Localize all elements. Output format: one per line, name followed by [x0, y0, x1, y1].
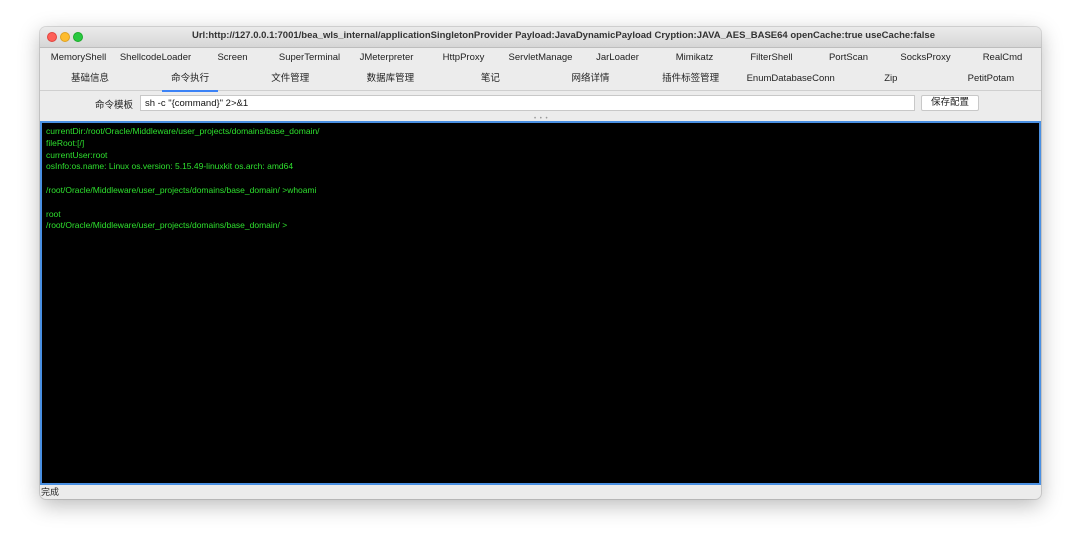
status-bar-text: 完成 — [41, 487, 60, 497]
plugin-tab-superterminal[interactable]: SuperTerminal — [271, 48, 348, 68]
main-tab-bar: 基础信息 命令执行 文件管理 数据库管理 笔记 网络详情 插件标签管理 EnumDatabas… — [40, 68, 1041, 92]
save-config-button[interactable]: 保存配置 — [921, 95, 979, 111]
main-tab-2[interactable]: 命令执行 — [140, 69, 240, 92]
plugin-tab-bar: MemoryShell ShellcodeLoader Screen SuperTer… — [40, 48, 1041, 68]
main-tab-5[interactable]: 笔记 — [440, 69, 540, 89]
plugin-tab-screen[interactable]: Screen — [194, 48, 271, 68]
plugin-tab-realcmd[interactable]: RealCmd — [964, 48, 1041, 68]
main-tab-10[interactable]: PetitPotam — [941, 69, 1041, 89]
maximize-window-button[interactable] — [73, 32, 83, 42]
plugin-tab-portscan[interactable]: PortScan — [810, 48, 887, 68]
plugin-tab-mimikatz[interactable]: Mimikatz — [656, 48, 733, 68]
plugin-tab-memoryshell[interactable]: MemoryShell — [40, 48, 117, 68]
plugin-tab-servletmanage[interactable]: ServletManage — [502, 48, 579, 68]
plugin-tab-jmeterpreter[interactable]: JMeterpreter — [348, 48, 425, 68]
terminal-line: /root/Oracle/Middleware/user_projects/do… — [46, 184, 317, 195]
terminal-line: /root/Oracle/Middleware/user_projects/do… — [46, 220, 288, 231]
plugin-tab-socksproxy[interactable]: SocksProxy — [887, 48, 964, 68]
command-template-bar: 命令模板 sh -c "{command}" 2>&1 保存配置 — [40, 91, 1041, 115]
main-tab-1[interactable]: 基础信息 — [40, 69, 140, 89]
main-tab-8[interactable]: EnumDatabaseConn — [741, 69, 841, 89]
main-tab-4[interactable]: 数据库管理 — [340, 69, 440, 89]
command-template-label: 命令模板 — [95, 100, 134, 111]
main-tab-6[interactable]: 网络详情 — [540, 69, 640, 89]
command-template-input[interactable]: sh -c "{command}" 2>&1 — [140, 95, 915, 111]
terminal-line: osInfo:os.name: Linux os.version: 5.15.4… — [46, 161, 294, 172]
plugin-tab-jarloader[interactable]: JarLoader — [579, 48, 656, 68]
terminal-line: fileRoot:[/] — [46, 137, 85, 148]
plugin-tab-filtershell[interactable]: FilterShell — [733, 48, 810, 68]
main-tab-9[interactable]: Zip — [841, 69, 941, 89]
minimize-window-button[interactable] — [60, 32, 70, 42]
terminal-line: currentUser:root — [46, 149, 108, 160]
plugin-tab-httpproxy[interactable]: HttpProxy — [425, 48, 502, 68]
terminal-output[interactable]: currentDir:/root/Oracle/Middleware/user_… — [40, 121, 1041, 485]
main-tab-3[interactable]: 文件管理 — [240, 69, 340, 89]
terminal-line: currentDir:/root/Oracle/Middleware/user_… — [46, 126, 320, 136]
plugin-tab-shellcodeloader[interactable]: ShellcodeLoader — [117, 48, 194, 68]
terminal-line: root — [46, 208, 61, 219]
window-title: Url:http://127.0.0.1:7001/bea_wls_intern… — [192, 30, 935, 41]
title-bar[interactable]: Url:http://127.0.0.1:7001/bea_wls_intern… — [40, 27, 1041, 48]
main-tab-7[interactable]: 插件标签管理 — [641, 69, 741, 89]
close-window-button[interactable] — [47, 32, 57, 42]
app-window: Url:http://127.0.0.1:7001/bea_wls_intern… — [40, 27, 1041, 499]
